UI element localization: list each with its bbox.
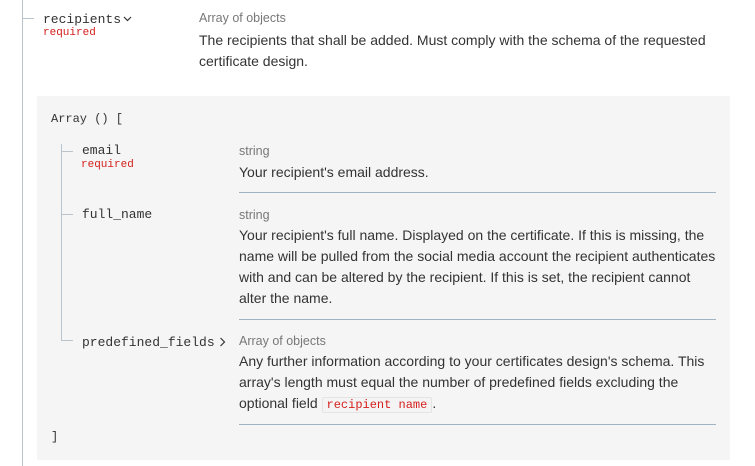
field-predefined-fields: predefined_fields [82,333,226,351]
chevron-right-icon[interactable] [219,337,226,347]
tree-branch-full-name [61,214,73,215]
required-badge: required [43,27,96,39]
inline-code-recipient-name: recipient name [321,397,433,413]
property-name-recipients[interactable]: recipients [43,12,121,27]
field-type-predefined-fields: Array of objects [239,334,326,348]
field-description-predefined-fields: Any further information according to you… [239,351,719,416]
inner-tree-line [61,144,62,340]
field-name-full-name: full_name [82,207,153,222]
property-recipients: recipients [43,10,132,28]
field-description-full-name: Your recipient's full name. Displayed on… [239,227,716,306]
field-type-email: string [239,144,270,158]
field-name-email: email [82,143,122,158]
field-name-predefined-fields[interactable]: predefined_fields [82,335,215,350]
array-close-label: ] [51,430,59,444]
field-separator [239,192,716,193]
property-description: The recipients that shall be added. Must… [199,32,706,69]
tree-branch-predefined-fields [61,340,73,341]
chevron-down-icon[interactable] [123,16,132,22]
required-badge-email: required [81,159,134,171]
field-description-email: Your recipient's email address. [239,164,429,180]
description-suffix: . [432,395,437,411]
description-text: Any further information according to you… [239,353,705,411]
field-separator [239,424,716,425]
field-type-full-name: string [239,208,270,222]
tree-branch [22,18,34,19]
property-type: Array of objects [199,11,286,25]
tree-line [22,0,23,466]
array-schema-panel: Array () [ ] email required string Your … [37,96,730,460]
tree-branch-email [61,151,73,152]
field-separator [239,319,716,320]
array-open-label: Array () [ [51,112,124,126]
